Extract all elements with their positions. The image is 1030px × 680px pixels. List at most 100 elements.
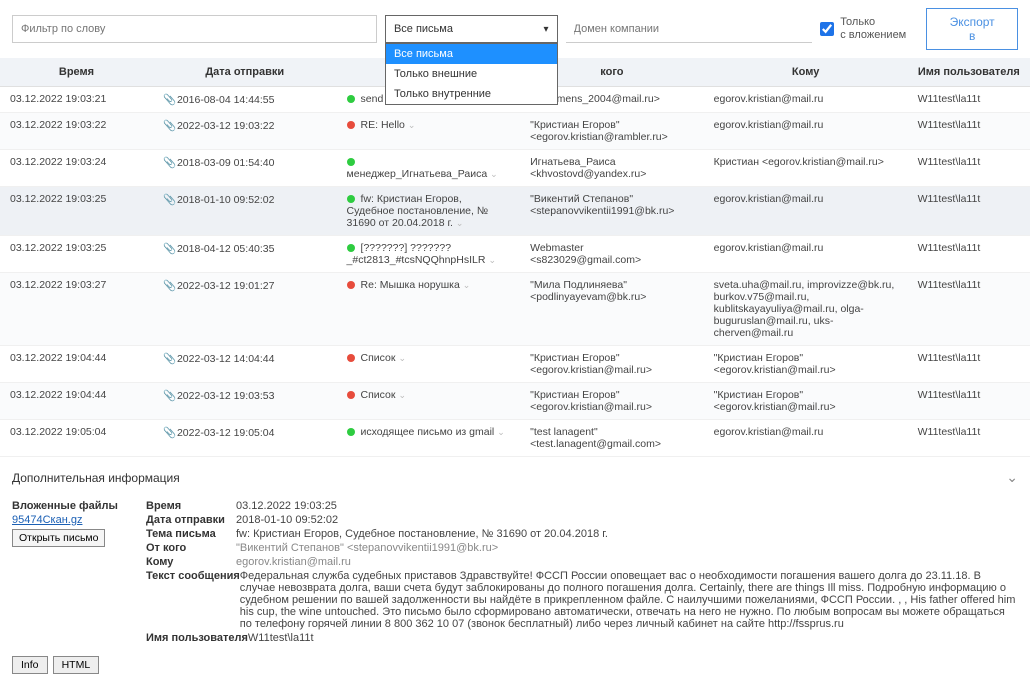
meta-body-value: Федеральная служба судебных приставов Зд… (240, 570, 1018, 630)
table-row[interactable]: 03.12.2022 19:04:44📎2022-03-12 14:04:44С… (0, 346, 1030, 383)
attachment-icon: 📎 (163, 426, 173, 439)
cell-sent: 📎2022-03-12 19:03:53 (153, 383, 337, 420)
cell-time: 03.12.2022 19:03:24 (0, 150, 153, 187)
cell-user: W11test\la11t (908, 383, 1030, 420)
attachment-icon: 📎 (163, 156, 173, 169)
cell-sent: 📎2016-08-04 14:44:55 (153, 87, 337, 113)
status-dot-icon (347, 428, 355, 436)
th-to[interactable]: Кому (704, 58, 908, 87)
chevron-down-icon: ⌄ (490, 169, 498, 179)
th-user[interactable]: Имя пользователя (908, 58, 1030, 87)
cell-subject: [???????] ???????_#ct2813_#tcsNQQhnpHsIL… (337, 236, 521, 273)
dropdown-selected: Все письма (394, 23, 453, 35)
cell-from: "Кристиан Егоров" <egorov.kristian@rambl… (520, 113, 704, 150)
chevron-down-icon: ⌄ (1006, 469, 1018, 486)
meta-to-value: egorov.kristian@mail.ru (236, 556, 1018, 568)
cell-from: Webmaster <s823029@gmail.com> (520, 236, 704, 273)
meta-user-value: W11test\la11t (248, 632, 1018, 644)
cell-from: "Мила Подлиняева" <podlinyayevam@bk.ru> (520, 273, 704, 346)
cell-from: "Викентий Степанов" <stepanovvikentii199… (520, 187, 704, 236)
cell-subject: fw: Кристиан Егоров, Судебное постановле… (337, 187, 521, 236)
cell-user: W11test\la11t (908, 346, 1030, 383)
table-row[interactable]: 03.12.2022 19:04:44📎2022-03-12 19:03:53С… (0, 383, 1030, 420)
cell-user: W11test\la11t (908, 187, 1030, 236)
cell-from: "Кристиан Егоров" <egorov.kristian@mail.… (520, 346, 704, 383)
cell-time: 03.12.2022 19:03:22 (0, 113, 153, 150)
filter-domain-input[interactable] (566, 15, 813, 43)
cell-subject: RE: Hello⌄ (337, 113, 521, 150)
only-attachment-label: Только с вложением (840, 16, 906, 42)
cell-subject: исходящее письмо из gmail⌄ (337, 420, 521, 457)
cell-subject: Re: Мышка норушка⌄ (337, 273, 521, 346)
meta-subject-value: fw: Кристиан Егоров, Судебное постановле… (236, 528, 1018, 540)
cell-from: "Кристиан Егоров" <egorov.kristian@mail.… (520, 383, 704, 420)
additional-info-label: Дополнительная информация (12, 471, 180, 485)
only-attachment-checkbox[interactable]: Только с вложением (820, 16, 906, 42)
status-dot-icon (347, 281, 355, 289)
cell-time: 03.12.2022 19:03:27 (0, 273, 153, 346)
cell-to: "Кристиан Егоров" <egorov.kristian@mail.… (704, 383, 908, 420)
html-button[interactable]: HTML (53, 656, 100, 674)
letter-type-dropdown[interactable]: Все письма Все письма Только внешние Тол… (385, 15, 558, 43)
cell-time: 03.12.2022 19:05:04 (0, 420, 153, 457)
cell-to: egorov.kristian@mail.ru (704, 113, 908, 150)
table-row[interactable]: 03.12.2022 19:03:24📎2018-03-09 01:54:40м… (0, 150, 1030, 187)
chevron-down-icon: ⌄ (456, 218, 464, 228)
meta-time-value: 03.12.2022 19:03:25 (236, 500, 1018, 512)
chevron-down-icon: ⌄ (398, 390, 406, 400)
table-row[interactable]: 03.12.2022 19:03:27📎2022-03-12 19:01:27R… (0, 273, 1030, 346)
cell-time: 03.12.2022 19:03:21 (0, 87, 153, 113)
dropdown-option[interactable]: Все письма (386, 44, 557, 64)
status-dot-icon (347, 391, 355, 399)
table-row[interactable]: 03.12.2022 19:05:04📎2022-03-12 19:05:04и… (0, 420, 1030, 457)
th-time[interactable]: Время (0, 58, 153, 87)
additional-info-header[interactable]: Дополнительная информация ⌄ (0, 461, 1030, 494)
cell-to: egorov.kristian@mail.ru (704, 236, 908, 273)
chevron-down-icon: ⌄ (497, 427, 505, 437)
attached-file-link[interactable]: 95474Скан.gz (12, 514, 122, 526)
cell-user: W11test\la11t (908, 420, 1030, 457)
cell-time: 03.12.2022 19:04:44 (0, 346, 153, 383)
attachment-icon: 📎 (163, 352, 173, 365)
only-attachment-input[interactable] (820, 22, 834, 36)
status-dot-icon (347, 244, 355, 252)
cell-from: "test lanagent" <test.lanagent@gmail.com… (520, 420, 704, 457)
cell-sent: 📎2018-03-09 01:54:40 (153, 150, 337, 187)
table-row[interactable]: 03.12.2022 19:03:22📎2022-03-12 19:03:22R… (0, 113, 1030, 150)
meta-subject-label: Тема письма (146, 528, 236, 540)
cell-sent: 📎2022-03-12 19:05:04 (153, 420, 337, 457)
status-dot-icon (347, 195, 355, 203)
cell-user: W11test\la11t (908, 113, 1030, 150)
th-sent[interactable]: Дата отправки (153, 58, 337, 87)
attachment-icon: 📎 (163, 93, 173, 106)
status-dot-icon (347, 95, 355, 103)
table-row[interactable]: 03.12.2022 19:03:25📎2018-01-10 09:52:02f… (0, 187, 1030, 236)
export-button[interactable]: Экспорт в (926, 8, 1018, 50)
dropdown-option[interactable]: Только внешние (386, 64, 557, 84)
cell-time: 03.12.2022 19:04:44 (0, 383, 153, 420)
meta-user-label: Имя пользователя (146, 632, 248, 644)
table-row[interactable]: 03.12.2022 19:03:25📎2018-04-12 05:40:35[… (0, 236, 1030, 273)
dropdown-option[interactable]: Только внутренние (386, 84, 557, 104)
info-button[interactable]: Info (12, 656, 48, 674)
attachment-icon: 📎 (163, 193, 173, 206)
cell-sent: 📎2022-03-12 19:03:22 (153, 113, 337, 150)
meta-time-label: Время (146, 500, 236, 512)
cell-user: W11test\la11t (908, 87, 1030, 113)
status-dot-icon (347, 121, 355, 129)
filter-word-input[interactable] (12, 15, 377, 43)
chevron-down-icon: ⌄ (408, 120, 416, 130)
meta-from-label: От кого (146, 542, 236, 554)
cell-to: sveta.uha@mail.ru, improvizze@bk.ru, bur… (704, 273, 908, 346)
attached-files-header: Вложенные файлы (12, 500, 122, 512)
attachment-icon: 📎 (163, 119, 173, 132)
cell-user: W11test\la11t (908, 236, 1030, 273)
cell-subject: Список⌄ (337, 383, 521, 420)
attachment-icon: 📎 (163, 242, 173, 255)
meta-body-label: Текст сообщения (146, 570, 240, 630)
open-letter-button[interactable]: Открыть письмо (12, 529, 105, 547)
meta-sent-value: 2018-01-10 09:52:02 (236, 514, 1018, 526)
cell-subject: менеджер_Игнатьева_Раиса⌄ (337, 150, 521, 187)
cell-sent: 📎2022-03-12 14:04:44 (153, 346, 337, 383)
cell-sent: 📎2018-01-10 09:52:02 (153, 187, 337, 236)
